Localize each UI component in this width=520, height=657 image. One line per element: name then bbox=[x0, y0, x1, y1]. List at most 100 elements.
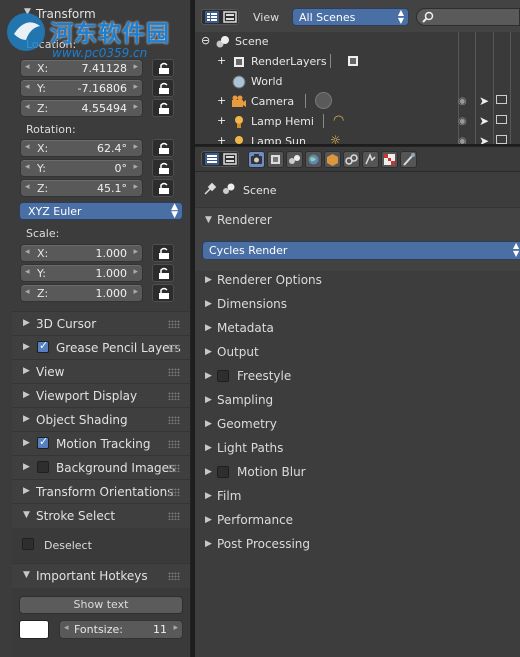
location-x-lock-toggle[interactable] bbox=[152, 59, 174, 77]
section-dimensions[interactable]: ▶ Dimensions bbox=[195, 292, 520, 316]
section-post-processing[interactable]: ▶ Post Processing bbox=[195, 532, 520, 556]
increment-arrow-icon[interactable]: ▸ bbox=[133, 182, 138, 192]
increment-arrow-icon[interactable]: ▸ bbox=[133, 62, 138, 72]
rotation-y-field[interactable]: ◂ Y: 0° ▸ bbox=[20, 159, 143, 177]
fontsize-field[interactable]: ◂ Fontsize: 11 ▸ bbox=[59, 620, 183, 639]
section-renderer-options[interactable]: ▶ Renderer Options bbox=[195, 268, 520, 292]
world-tab-icon[interactable] bbox=[305, 151, 322, 168]
decrement-arrow-icon[interactable]: ◂ bbox=[25, 162, 30, 172]
panel-object-shading[interactable]: ▶ Object Shading bbox=[12, 407, 190, 432]
drag-handle-icon[interactable] bbox=[168, 320, 180, 328]
drag-handle-icon[interactable] bbox=[168, 392, 180, 400]
decrement-arrow-icon[interactable]: ◂ bbox=[25, 62, 30, 72]
decrement-arrow-icon[interactable]: ◂ bbox=[25, 182, 30, 192]
texture-tab-icon[interactable] bbox=[400, 151, 417, 168]
render-layers-tab-icon[interactable] bbox=[267, 151, 284, 168]
increment-arrow-icon[interactable]: ▸ bbox=[133, 267, 138, 277]
render-camera-icon[interactable] bbox=[496, 95, 507, 104]
location-y-field[interactable]: ◂ Y: -7.16806 ▸ bbox=[20, 79, 143, 97]
modifiers-tab-icon[interactable] bbox=[362, 151, 379, 168]
section-metadata[interactable]: ▶ Metadata bbox=[195, 316, 520, 340]
render-tab-icon[interactable] bbox=[248, 151, 265, 168]
increment-arrow-icon[interactable]: ▸ bbox=[133, 82, 138, 92]
panel-enable-checkbox[interactable] bbox=[37, 461, 49, 473]
constraints-tab-icon[interactable] bbox=[343, 151, 360, 168]
expand-toggle-icon[interactable]: + bbox=[217, 54, 226, 67]
render-camera-icon[interactable] bbox=[496, 135, 507, 144]
section-enable-checkbox[interactable] bbox=[217, 466, 229, 478]
drag-handle-icon[interactable] bbox=[168, 572, 180, 580]
visibility-eye-icon[interactable]: ◉ bbox=[458, 136, 467, 144]
select-arrow-icon[interactable]: ➤ bbox=[479, 94, 489, 108]
decrement-arrow-icon[interactable]: ◂ bbox=[25, 287, 30, 297]
decrement-arrow-icon[interactable]: ◂ bbox=[25, 82, 30, 92]
panel-background-images[interactable]: ▶ Background Images bbox=[12, 455, 190, 480]
panel-3d-cursor[interactable]: ▶ 3D Cursor bbox=[12, 311, 190, 336]
rotation-z-field[interactable]: ◂ Z: 45.1° ▸ bbox=[20, 179, 143, 197]
section-sampling[interactable]: ▶ Sampling bbox=[195, 388, 520, 412]
drag-handle-icon[interactable] bbox=[168, 440, 180, 448]
camera-data-icon[interactable] bbox=[315, 92, 332, 109]
increment-arrow-icon[interactable]: ▸ bbox=[133, 287, 138, 297]
section-output[interactable]: ▶ Output bbox=[195, 340, 520, 364]
material-tab-icon[interactable] bbox=[381, 151, 398, 168]
outliner-item-world[interactable]: World bbox=[195, 72, 520, 92]
panel-enable-checkbox[interactable] bbox=[37, 339, 49, 353]
display-mode-select[interactable]: All Scenes ▲ ▼ bbox=[292, 8, 409, 26]
outliner-item-lamp-sun[interactable]: + Lamp Sun ◉ ➤ ☼ bbox=[195, 132, 520, 144]
select-arrow-icon[interactable]: ➤ bbox=[479, 114, 489, 128]
expand-toggle-icon[interactable]: + bbox=[217, 114, 226, 127]
visibility-eye-icon[interactable]: ◉ bbox=[458, 96, 467, 107]
section-freestyle[interactable]: ▶ Freestyle bbox=[195, 364, 520, 388]
panel-stroke-select[interactable]: ▼ Stroke Select bbox=[12, 503, 190, 528]
object-tab-icon[interactable] bbox=[324, 151, 341, 168]
section-light-paths[interactable]: ▶ Light Paths bbox=[195, 436, 520, 460]
section-geometry[interactable]: ▶ Geometry bbox=[195, 412, 520, 436]
decrement-arrow-icon[interactable]: ◂ bbox=[25, 247, 30, 257]
rotation-x-field[interactable]: ◂ X: 62.4° ▸ bbox=[20, 139, 143, 157]
scale-x-field[interactable]: ◂ X: 1.000 ▸ bbox=[20, 244, 143, 262]
rotation-x-lock-toggle[interactable] bbox=[152, 139, 174, 157]
scale-z-field[interactable]: ◂ Z: 1.000 ▸ bbox=[20, 284, 143, 302]
increment-arrow-icon[interactable]: ▸ bbox=[173, 623, 178, 633]
expand-toggle-icon[interactable]: ⊖ bbox=[201, 34, 210, 47]
drag-handle-icon[interactable] bbox=[168, 368, 180, 376]
outliner-item-scene[interactable]: ⊖ Scene bbox=[195, 32, 520, 52]
section-enable-checkbox[interactable] bbox=[217, 370, 229, 382]
outliner-item-lamp-hemi[interactable]: + Lamp Hemi ◉ ➤ ◠ bbox=[195, 112, 520, 132]
expand-toggle-icon[interactable]: + bbox=[217, 134, 226, 144]
decrement-arrow-icon[interactable]: ◂ bbox=[25, 142, 30, 152]
location-x-field[interactable]: ◂ X: 7.41128 ▸ bbox=[20, 59, 143, 77]
color-swatch[interactable] bbox=[19, 620, 49, 639]
scale-x-lock-toggle[interactable] bbox=[152, 244, 174, 262]
expand-toggle-icon[interactable]: + bbox=[217, 94, 226, 107]
location-y-lock-toggle[interactable] bbox=[152, 79, 174, 97]
select-arrow-icon[interactable]: ➤ bbox=[479, 134, 489, 144]
scale-y-lock-toggle[interactable] bbox=[152, 264, 174, 282]
deselect-checkbox[interactable] bbox=[22, 538, 34, 550]
increment-arrow-icon[interactable]: ▸ bbox=[133, 142, 138, 152]
section-film[interactable]: ▶ Film bbox=[195, 484, 520, 508]
view-menu[interactable]: View bbox=[253, 11, 279, 24]
panel-viewport-display[interactable]: ▶ Viewport Display bbox=[12, 383, 190, 408]
drag-handle-icon[interactable] bbox=[168, 464, 180, 472]
location-z-field[interactable]: ◂ Z: 4.55494 ▸ bbox=[20, 99, 143, 117]
location-z-lock-toggle[interactable] bbox=[152, 99, 174, 117]
editor-type-button[interactable] bbox=[201, 9, 239, 25]
drag-handle-icon[interactable] bbox=[168, 512, 180, 520]
outliner-item-renderlayers[interactable]: + RenderLayers bbox=[195, 52, 520, 72]
drag-handle-icon[interactable] bbox=[168, 416, 180, 424]
editor-type-button[interactable] bbox=[201, 151, 239, 167]
renderer-header[interactable]: ▼ Renderer bbox=[195, 207, 520, 232]
drag-handle-icon[interactable] bbox=[168, 488, 180, 496]
increment-arrow-icon[interactable]: ▸ bbox=[133, 162, 138, 172]
drag-handle-icon[interactable] bbox=[168, 344, 180, 352]
pin-icon[interactable] bbox=[203, 182, 217, 196]
section-performance[interactable]: ▶ Performance bbox=[195, 508, 520, 532]
scene-tab-icon[interactable] bbox=[286, 151, 303, 168]
increment-arrow-icon[interactable]: ▸ bbox=[133, 102, 138, 112]
panel-transform-orientations[interactable]: ▶ Transform Orientations bbox=[12, 479, 190, 504]
decrement-arrow-icon[interactable]: ◂ bbox=[64, 623, 69, 633]
scale-z-lock-toggle[interactable] bbox=[152, 284, 174, 302]
hemi-lamp-icon[interactable]: ◠ bbox=[333, 113, 344, 128]
